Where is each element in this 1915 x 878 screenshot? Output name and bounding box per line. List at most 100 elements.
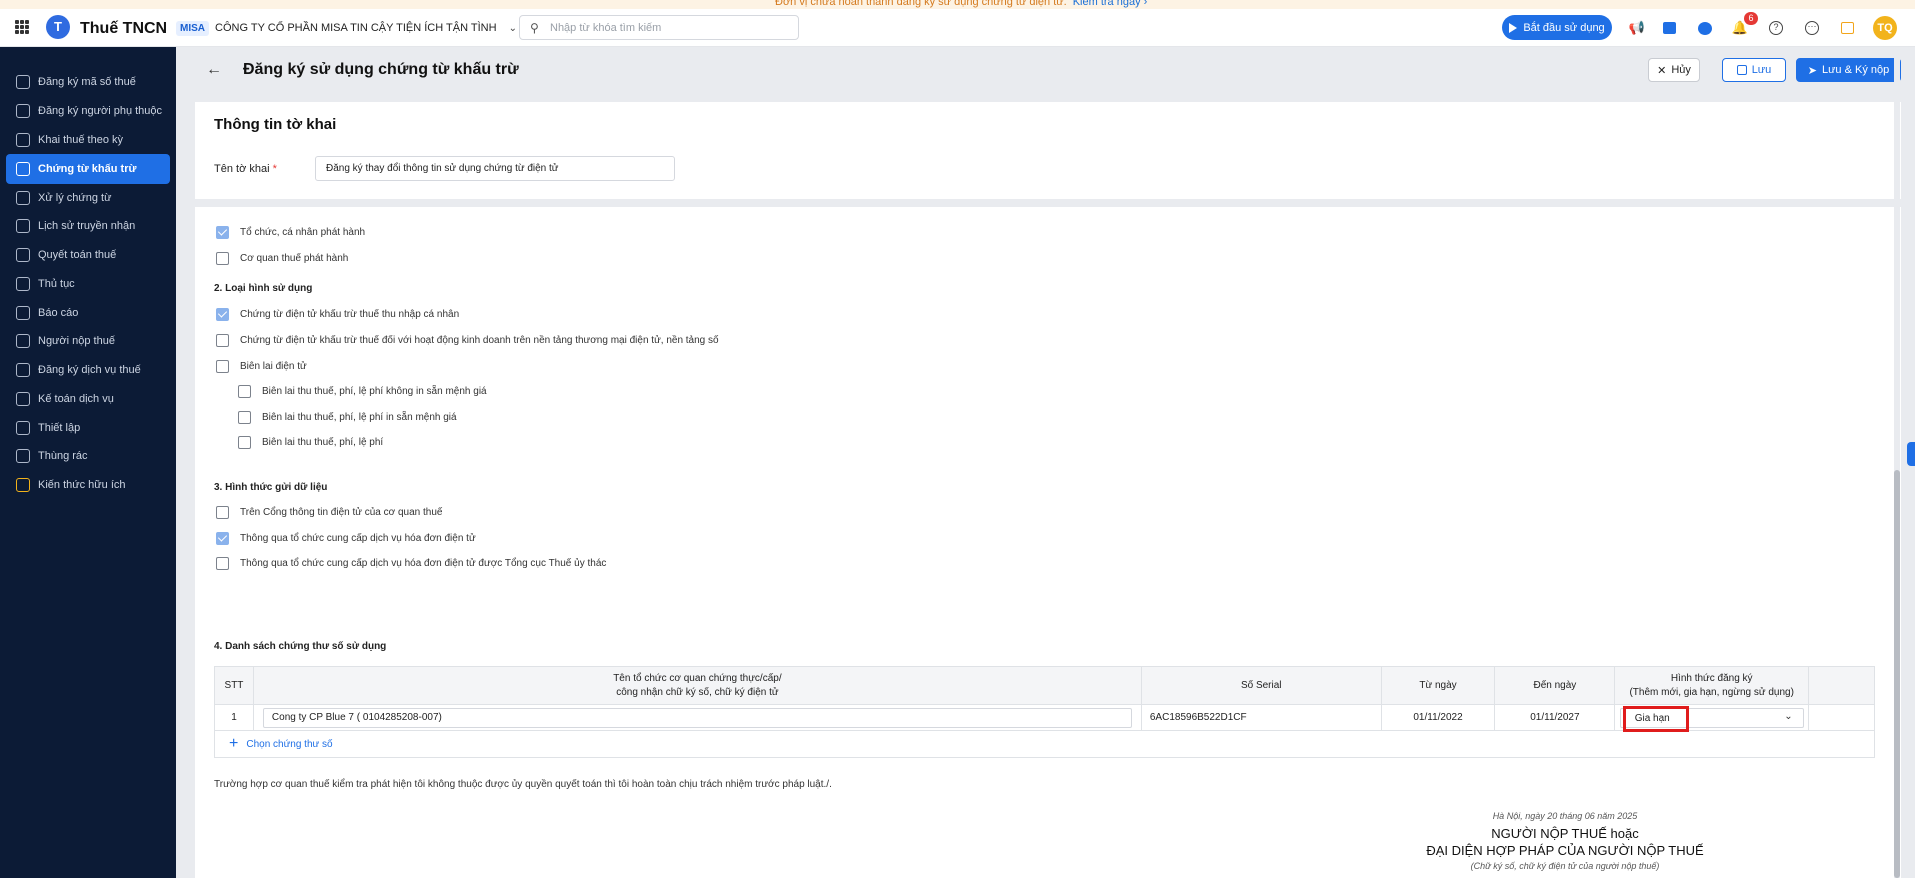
chat-icon[interactable] (1696, 19, 1714, 37)
sidebar-item-useful-knowledge[interactable]: Kiến thức hữu ích (6, 470, 170, 500)
help-icon[interactable]: ? (1767, 19, 1785, 37)
sidebar-item-transmission-history[interactable]: Lịch sử truyền nhận (6, 211, 170, 241)
sidebar-item-label: Báo cáo (38, 307, 79, 319)
company-name: CÔNG TY CỔ PHẦN MISA TIN CẬY TIỆN ÍCH TẬ… (215, 22, 497, 34)
main-content: ← Đăng ký sử dụng chứng từ khấu trừ ✕ Hủy… (176, 47, 1915, 878)
registration-form-card: Tổ chức, cá nhân phát hành Cơ quan thuế … (195, 207, 1901, 878)
sidebar-item-tax-finalization[interactable]: Quyết toán thuế (6, 240, 170, 270)
sidebar-item-withholding-vouchers[interactable]: Chứng từ khấu trừ (6, 154, 170, 184)
organization-input[interactable]: Cong ty CP Blue 7 ( 0104285208-007) (262, 707, 1132, 728)
sidebar-item-periodic-declaration[interactable]: Khai thuế theo kỳ (6, 125, 170, 155)
sidebar-item-tax-service-registration[interactable]: Đăng ký dịch vụ thuế (6, 355, 170, 385)
scrollbar-thumb[interactable] (1894, 470, 1900, 878)
search-icon: ⚲ (530, 21, 539, 35)
send-option-authorized-provider[interactable]: Thông qua tổ chức cung cấp dịch vụ hóa đ… (216, 557, 606, 570)
app-logo-icon: T (46, 15, 70, 39)
column-header-to-date: Đến ngày (1495, 667, 1616, 704)
store-icon[interactable] (1660, 19, 1678, 37)
usage-option-e-receipt[interactable]: Biên lai điện tử (216, 360, 307, 373)
company-selector[interactable]: MISA CÔNG TY CỔ PHẦN MISA TIN CẬY TIỆN Í… (176, 18, 517, 38)
sidebar-item-label: Thùng rác (38, 450, 88, 462)
save-button[interactable]: Lưu (1722, 58, 1786, 82)
search-box: ⚲ (519, 15, 799, 40)
sidebar-item-tax-code-registration[interactable]: Đăng ký mã số thuế (6, 67, 170, 97)
user-card-icon (16, 334, 30, 348)
signature-note: (Chữ ký số, chữ ký điện tử của người nộp… (1470, 861, 1660, 871)
gift-icon[interactable] (1838, 19, 1856, 37)
side-panel-toggle[interactable] (1907, 442, 1915, 466)
close-icon: ✕ (1657, 64, 1667, 77)
plus-icon: + (229, 735, 239, 752)
checkbox[interactable] (216, 334, 229, 347)
sidebar-item-reports[interactable]: Báo cáo (6, 298, 170, 328)
checkbox[interactable] (216, 308, 229, 321)
column-header-from-date: Từ ngày (1382, 667, 1496, 704)
add-certificate-button[interactable]: + Chọn chứng thư số (215, 731, 1874, 757)
sidebar-item-dependent-registration[interactable]: Đăng ký người phụ thuộc (6, 96, 170, 126)
checkbox[interactable] (216, 532, 229, 545)
usage-option-pit-voucher[interactable]: Chứng từ điện tử khấu trừ thuế thu nhập … (216, 308, 459, 321)
sidebar-item-label: Khai thuế theo kỳ (38, 134, 124, 146)
user-avatar[interactable]: TQ (1873, 16, 1897, 40)
misa-tag: MISA (176, 20, 209, 36)
declaration-info-card: Thông tin tờ khai Tên tờ khai * Đăng ký … (195, 102, 1901, 199)
receipt-option-general[interactable]: Biên lai thu thuế, phí, lệ phí (238, 436, 383, 449)
globe-icon (16, 392, 30, 406)
checkbox[interactable] (216, 252, 229, 265)
megaphone-icon[interactable]: 📢 (1628, 19, 1646, 37)
sign-date: Hà Nội, ngày 20 tháng 06 năm 2025 (1492, 811, 1638, 821)
checkbox[interactable] (238, 436, 251, 449)
usage-option-ecommerce-voucher[interactable]: Chứng từ điện tử khấu trừ thuế đối với h… (216, 334, 719, 347)
sidebar-item-label: Đăng ký người phụ thuộc (38, 105, 163, 117)
sidebar-item-label: Thiết lập (38, 422, 81, 434)
save-and-submit-button[interactable]: ➤ Lưu & Ký nộp (1796, 58, 1901, 82)
declaration-name-input[interactable]: Đăng ký thay đổi thông tin sử dụng chứng… (315, 156, 675, 181)
cell-serial: 6AC18596B522D1CF (1142, 705, 1382, 730)
sidebar-item-label: Kiến thức hữu ích (38, 479, 126, 491)
issuer-option-organization[interactable]: Tổ chức, cá nhân phát hành (216, 226, 365, 239)
cancel-label: Hủy (1671, 64, 1691, 76)
save-label: Lưu (1751, 64, 1772, 76)
usage-type-title: 2. Loại hình sử dụng (214, 283, 313, 294)
sidebar-item-label: Quyết toán thuế (38, 249, 117, 261)
save-icon (1736, 65, 1747, 75)
checkbox[interactable] (216, 506, 229, 519)
checkbox[interactable] (238, 385, 251, 398)
receipt-option-with-denomination[interactable]: Biên lai thu thuế, phí, lệ phí in sẵn mệ… (238, 411, 457, 424)
sidebar-item-trash[interactable]: Thùng rác (6, 441, 170, 471)
checkbox[interactable] (238, 411, 251, 424)
check-now-link[interactable]: Kiểm tra ngay › (1073, 0, 1148, 8)
cancel-button[interactable]: ✕ Hủy (1648, 58, 1700, 82)
table-header: STT Tên tổ chức cơ quan chứng thực/cấp/c… (215, 667, 1874, 705)
sidebar-item-procedures[interactable]: Thủ tục (6, 269, 170, 299)
file-text-icon (16, 248, 30, 262)
checkbox[interactable] (216, 557, 229, 570)
chevron-down-icon: ⌄ (508, 22, 517, 34)
sidebar-item-settings[interactable]: Thiết lập (6, 413, 170, 443)
cell-to-date: 01/11/2027 (1495, 705, 1616, 730)
search-input[interactable] (550, 19, 790, 36)
sidebar-item-label: Xử lý chứng từ (38, 192, 112, 204)
more-icon[interactable]: ··· (1803, 19, 1821, 37)
apps-grid-icon[interactable] (15, 20, 29, 34)
send-option-invoice-provider[interactable]: Thông qua tổ chức cung cấp dịch vụ hóa đ… (216, 532, 476, 545)
cell-stt: 1 (215, 705, 254, 730)
sidebar-item-service-accounting[interactable]: Kế toán dịch vụ (6, 384, 170, 414)
setup-notice-bar: Đơn vị chưa hoàn thành đăng ký sử dụng c… (0, 0, 1915, 9)
send-option-tax-portal[interactable]: Trên Cổng thông tin điện tử của cơ quan … (216, 506, 442, 519)
column-header-actions (1809, 667, 1874, 704)
cell-registration-type: Gia hạn ⌄ (1615, 705, 1810, 732)
top-header: T Thuế TNCN MISA CÔNG TY CỔ PHẦN MISA TI… (0, 9, 1915, 47)
issuer-option-tax-authority[interactable]: Cơ quan thuế phát hành (216, 252, 348, 265)
users-icon (16, 104, 30, 118)
column-header-serial: Số Serial (1142, 667, 1382, 704)
sidebar-item-voucher-processing[interactable]: Xử lý chứng từ (6, 183, 170, 213)
checkbox[interactable] (216, 360, 229, 373)
checkbox[interactable] (216, 226, 229, 239)
registration-type-select[interactable]: Gia hạn ⌄ (1619, 705, 1804, 732)
start-using-button[interactable]: Bắt đầu sử dụng (1502, 15, 1612, 40)
sidebar-item-taxpayers[interactable]: Người nộp thuế (6, 326, 170, 356)
back-arrow-icon[interactable]: ← (206, 61, 222, 79)
cell-organization: Cong ty CP Blue 7 ( 0104285208-007) (254, 705, 1142, 730)
receipt-option-no-denomination[interactable]: Biên lai thu thuế, phí, lệ phí không in … (238, 385, 487, 398)
